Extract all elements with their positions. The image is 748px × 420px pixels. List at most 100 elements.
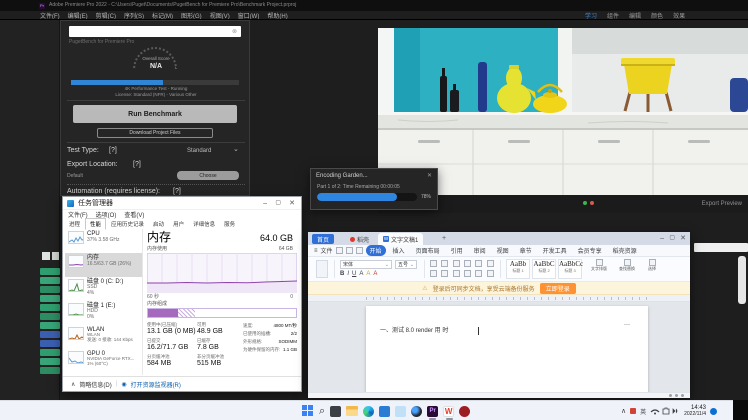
timeline-clip[interactable] [40,268,60,275]
font-color-button[interactable]: A [373,271,377,277]
wps-file-menu[interactable]: 文件 [321,246,333,255]
font-name-select[interactable]: 宋体⌄ [340,260,392,269]
test-type-dropdown[interactable]: Standard [187,148,211,154]
hamburger-icon[interactable]: ≡ [314,248,318,254]
timeline-clip[interactable] [40,331,60,338]
maximize-icon[interactable]: ▢ [275,200,281,206]
justify-icon[interactable] [441,270,448,277]
tm-tab-startup[interactable]: 启动 [149,219,168,229]
shading-icon[interactable] [453,270,460,277]
border-icon[interactable] [464,270,471,277]
timeline-clip[interactable] [40,295,60,302]
tm-footer-resource-monitor-link[interactable]: 打开资源监视器(R) [131,380,181,389]
new-tab-icon[interactable]: + [442,235,446,242]
dark-swirl-app-icon[interactable] [411,406,422,417]
close-icon[interactable]: ✕ [680,235,686,242]
tm-footer-less-details[interactable]: 简略信息(D) [79,380,111,389]
store-app-icon[interactable] [379,406,390,417]
premiere-taskbar-icon[interactable]: Pr [427,406,438,417]
clear-icon[interactable]: ⊗ [232,29,237,35]
find-replace-tool[interactable]: 查找替换 [616,259,638,272]
ribbon-tab-home[interactable]: 开始 [366,245,386,256]
select-tool[interactable]: 选择 [644,259,660,272]
highlight-button[interactable]: A [366,271,370,277]
light-blue-app-icon[interactable] [395,406,406,417]
file-explorer-icon[interactable] [346,406,358,416]
help-icon[interactable]: [?] [173,188,181,195]
align-center-icon[interactable] [475,260,482,267]
show-marks-icon[interactable] [487,270,494,277]
tray-expand-icon[interactable]: ∧ [621,407,626,415]
tm-sidebar-disk1[interactable]: 磁盘 1 (E:)HDD0% [65,301,142,325]
chevron-down-icon[interactable]: ⌄ [233,146,239,153]
scrollbar-fragment[interactable] [738,256,746,304]
ime-indicator[interactable]: 英 [640,407,646,416]
italic-button[interactable]: I [347,271,349,277]
ribbon-tab-member[interactable]: 会员专享 [574,245,606,256]
timeline-clip[interactable] [40,358,60,365]
line-spacing-icon[interactable] [487,260,494,267]
tray-red-app-icon[interactable] [630,408,636,414]
document-text[interactable]: 一、测试 8.0 render 用 时 [380,328,448,334]
close-icon[interactable]: ✕ [289,200,295,207]
close-icon[interactable]: ✕ [427,173,432,179]
choose-button[interactable]: Choose [177,171,239,180]
ribbon-tab-references[interactable]: 引用 [447,245,467,256]
bold-button[interactable]: B [340,271,344,277]
red-app-icon[interactable] [459,406,470,417]
minimize-icon[interactable]: – [660,235,664,242]
start-button[interactable] [302,405,314,417]
tm-sidebar-disk0[interactable]: 磁盘 0 (C: D:)SSD4% [65,277,142,301]
document-page[interactable]: 一、测试 8.0 render 用 时 — [366,306,648,392]
sort-icon[interactable] [475,270,482,277]
wps-docer-tab[interactable]: 稻壳 [346,234,373,244]
task-view-icon[interactable] [330,406,341,417]
timeline-clip[interactable] [40,286,60,293]
tm-sidebar-gpu[interactable]: GPU 0NVIDIA GeForce RTX...1% (60°C) [65,349,142,373]
download-project-files-button[interactable]: Download Project Files [97,128,213,138]
ribbon-tab-insert[interactable]: 插入 [389,245,409,256]
notification-badge[interactable] [710,408,717,415]
style-heading3[interactable]: AaBbCc标题 3 [558,259,582,279]
timeline-clip[interactable] [40,340,60,347]
timeline-clip[interactable] [40,367,60,374]
style-heading1[interactable]: AaBb标题 1 [506,259,530,279]
tm-tab-users[interactable]: 用户 [169,219,188,229]
undo-icon[interactable] [346,247,353,254]
timeline-clip[interactable] [40,322,60,329]
paste-button[interactable] [316,260,328,278]
help-icon[interactable]: [?] [109,147,117,154]
minimize-icon[interactable]: – [263,200,267,207]
tm-sidebar-wlan[interactable]: WLANWLAN发送: 0 接收: 144 Kbps [65,325,142,349]
search-icon[interactable]: ⌕ [319,405,325,417]
zoom-in-icon[interactable] [681,394,684,397]
ribbon-tab-docer-resources[interactable]: 稻壳资源 [609,245,641,256]
source-thumbnail[interactable] [52,252,59,260]
indent-icon[interactable] [453,260,460,267]
help-icon[interactable]: [?] [133,161,141,168]
tm-tab-details[interactable]: 详细信息 [189,219,219,229]
tm-tab-services[interactable]: 服务 [220,219,239,229]
tm-tab-processes[interactable]: 进程 [65,219,84,229]
tm-tab-app-history[interactable]: 应用历史记录 [107,219,148,229]
underline-button[interactable]: U [352,271,356,277]
timeline-clip[interactable] [40,313,60,320]
number-list-icon[interactable] [441,260,448,267]
maximize-icon[interactable]: ▢ [669,235,675,241]
wps-taskbar-icon[interactable]: W [443,406,454,417]
redo-icon[interactable] [356,247,363,254]
source-thumbnail[interactable] [42,252,50,260]
ribbon-tab-page-layout[interactable]: 页面布局 [412,245,444,256]
tm-sidebar-memory[interactable]: 内存16.5/63.7 GB (26%) [65,253,142,277]
timeline-clip[interactable] [40,277,60,284]
tray-status-icons[interactable] [650,406,680,416]
timeline-clip[interactable] [40,349,60,356]
font-size-select[interactable]: 五号⌄ [395,260,417,269]
text-layout-tool[interactable]: 文字排版 [588,259,610,272]
strikethrough-button[interactable]: A [359,271,363,277]
zoom-slider-handle[interactable] [675,394,678,397]
wps-home-tab[interactable]: 首页 [312,234,334,244]
pugetbench-search-input[interactable] [69,26,241,37]
banner-login-button[interactable]: 立即登录 [540,283,576,294]
run-benchmark-button[interactable]: Run Benchmark [73,105,237,123]
